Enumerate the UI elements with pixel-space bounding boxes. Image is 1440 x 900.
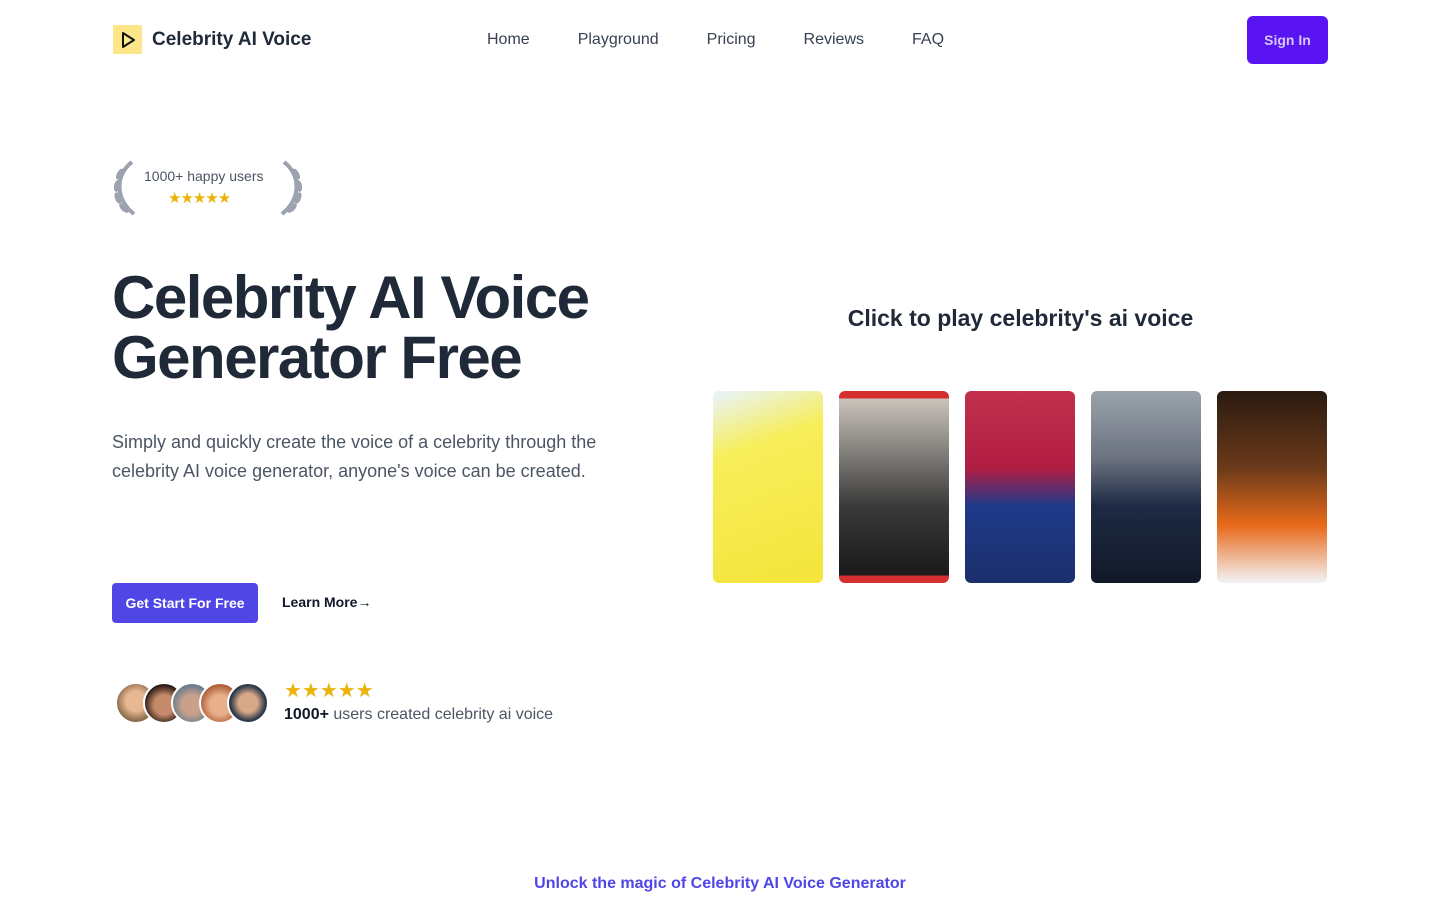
- user-avatars: [115, 682, 269, 724]
- celebrity-card-2[interactable]: [839, 391, 949, 583]
- badge-text: 1000+ happy users: [144, 168, 264, 184]
- happy-users-badge: 1000+ happy users ★★★★★: [112, 160, 304, 216]
- get-started-button[interactable]: Get Start For Free: [112, 583, 258, 623]
- nav-playground[interactable]: Playground: [578, 31, 659, 49]
- section-teaser: Unlock the magic of Celebrity AI Voice G…: [534, 875, 906, 892]
- rating-stars: ★★★★★: [284, 680, 374, 702]
- rating-text: 1000+ users created celebrity ai voice: [284, 706, 553, 724]
- nav-reviews[interactable]: Reviews: [804, 31, 864, 49]
- laurel-right-icon: [280, 160, 303, 216]
- learn-more-link[interactable]: Learn More→: [282, 594, 371, 610]
- celebrity-cards: [713, 391, 1327, 583]
- logo[interactable]: Celebrity AI Voice: [113, 25, 311, 54]
- sign-in-button[interactable]: Sign In: [1247, 16, 1328, 64]
- logo-text: Celebrity AI Voice: [152, 28, 312, 50]
- hero-title: Celebrity AI Voice Generator Free: [112, 264, 590, 391]
- celebrity-card-5[interactable]: [1217, 391, 1327, 583]
- rating-count: 1000+: [284, 706, 329, 723]
- laurel-left-icon: [113, 160, 136, 216]
- main-nav: Home Playground Pricing Reviews FAQ: [487, 31, 944, 49]
- nav-home[interactable]: Home: [487, 31, 530, 49]
- nav-pricing[interactable]: Pricing: [707, 31, 756, 49]
- rating-label: users created celebrity ai voice: [328, 706, 554, 723]
- badge-stars: ★★★★★: [168, 190, 231, 207]
- celebrity-card-3[interactable]: [965, 391, 1075, 583]
- playground-title: Click to play celebrity's ai voice: [847, 305, 1194, 331]
- avatar: [227, 682, 269, 724]
- hero-subtitle: Simply and quickly create the voice of a…: [112, 432, 597, 481]
- nav-faq[interactable]: FAQ: [912, 31, 944, 49]
- play-icon: [113, 25, 142, 54]
- celebrity-card-1[interactable]: [713, 391, 823, 583]
- celebrity-card-4[interactable]: [1091, 391, 1201, 583]
